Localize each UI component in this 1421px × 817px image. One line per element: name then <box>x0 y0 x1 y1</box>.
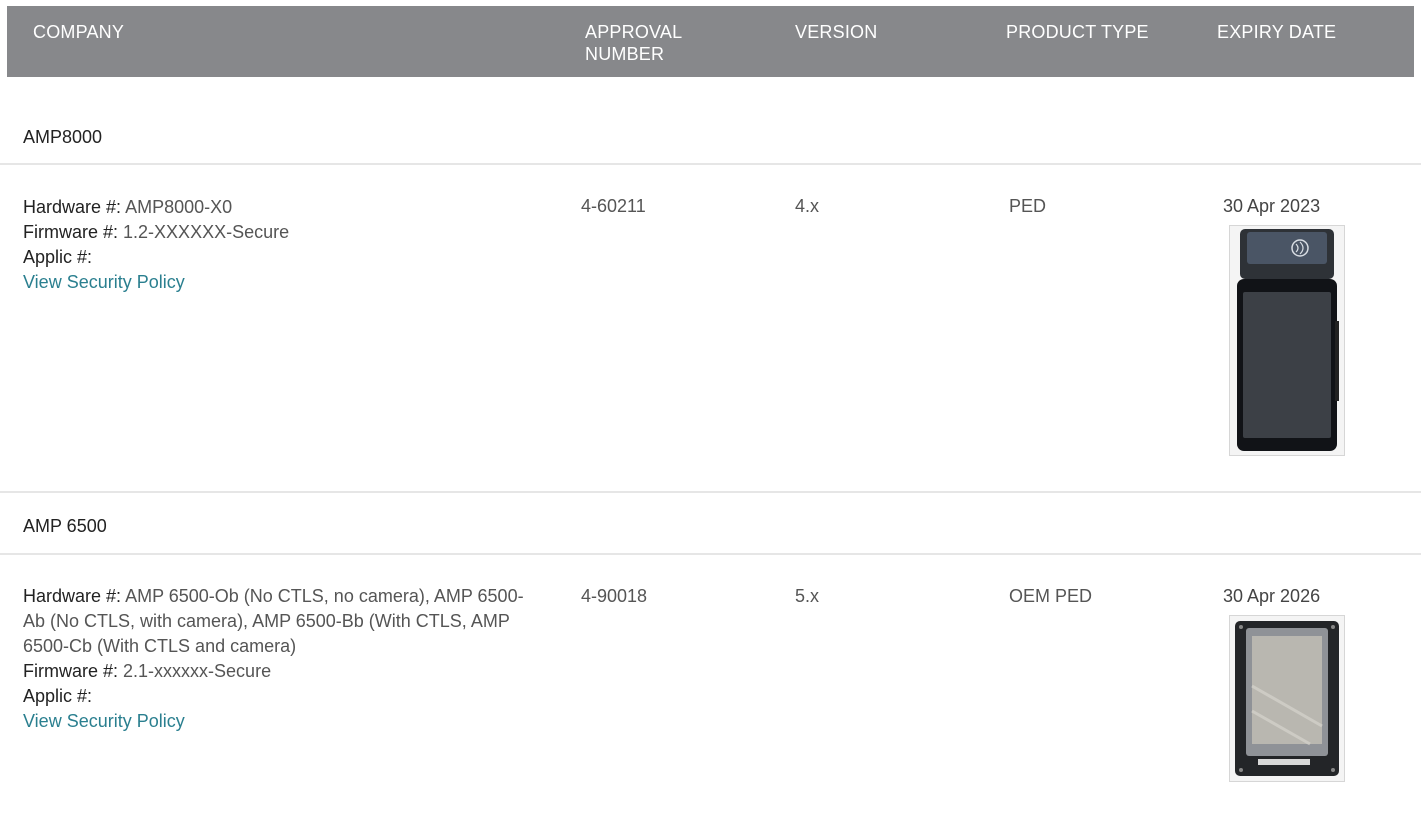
firmware-label: Firmware #: <box>23 661 119 681</box>
approval-number-link[interactable]: 4-60211 <box>581 196 646 217</box>
table-header: COMPANY APPROVAL NUMBER VERSION PRODUCT … <box>7 6 1414 77</box>
product-details: Hardware #: AMP8000-X0 Firmware #: 1.2-X… <box>23 195 543 295</box>
hardware-value: AMP8000-X0 <box>125 197 233 217</box>
product-group-title: AMP 6500 <box>23 516 107 536</box>
column-header-company: COMPANY <box>33 22 125 42</box>
pos-terminal-image[interactable] <box>1229 225 1345 456</box>
column-header-version: VERSION <box>795 22 878 42</box>
product-details: Hardware #: AMP 6500-Ob (No CTLS, no cam… <box>23 584 533 734</box>
applic-label: Applic #: <box>23 247 93 267</box>
oem-module-image[interactable] <box>1229 615 1345 782</box>
hardware-label: Hardware #: <box>23 197 122 217</box>
column-header-product-type: PRODUCT TYPE <box>1006 22 1149 42</box>
firmware-value: 1.2-XXXXXX-Secure <box>123 222 290 242</box>
row-divider <box>0 491 1421 493</box>
row-divider <box>0 553 1421 555</box>
column-header-expiry-date: EXPIRY DATE <box>1217 22 1337 42</box>
firmware-line: Firmware #: 1.2-XXXXXX-Secure <box>23 220 543 245</box>
expiry-date-value: 30 Apr 2026 <box>1223 586 1321 606</box>
applic-line: Applic #: <box>23 245 543 270</box>
hardware-line: Hardware #: AMP 6500-Ob (No CTLS, no cam… <box>23 584 533 659</box>
applic-label: Applic #: <box>23 686 93 706</box>
row-divider <box>0 163 1421 165</box>
expiry-date-value: 30 Apr 2023 <box>1223 196 1321 216</box>
firmware-label: Firmware #: <box>23 222 119 242</box>
firmware-line: Firmware #: 2.1-xxxxxx-Secure <box>23 659 533 684</box>
applic-line: Applic #: <box>23 684 533 709</box>
version-value: 5.x <box>795 586 820 606</box>
product-type-value: PED <box>1009 196 1047 216</box>
version-value: 4.x <box>795 196 820 216</box>
approval-number-link[interactable]: 4-90018 <box>581 586 647 607</box>
hardware-label: Hardware #: <box>23 586 122 606</box>
product-type-value: OEM PED <box>1009 586 1093 606</box>
view-security-policy-link[interactable]: View Security Policy <box>23 272 185 292</box>
firmware-value: 2.1-xxxxxx-Secure <box>123 661 272 681</box>
oem-module-icon <box>1230 616 1344 781</box>
hardware-line: Hardware #: AMP8000-X0 <box>23 195 543 220</box>
view-security-policy-link[interactable]: View Security Policy <box>23 711 185 731</box>
pos-terminal-icon <box>1230 226 1344 455</box>
product-group-title: AMP8000 <box>23 127 103 147</box>
column-header-approval-number: APPROVAL NUMBER <box>585 22 682 64</box>
